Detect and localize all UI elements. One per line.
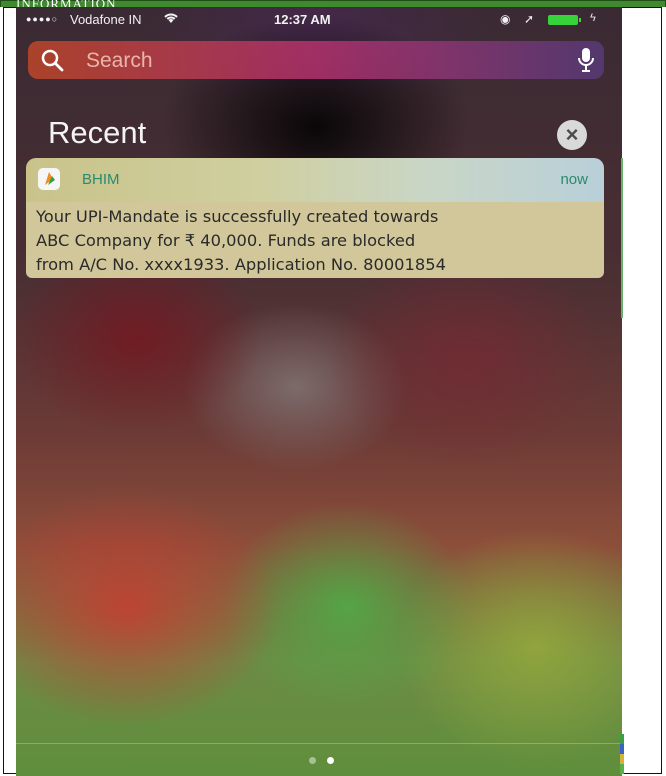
status-bar: ●●●●○ Vodafone IN 12:37 AM ◉ ➚ ϟ	[16, 7, 622, 33]
message-line: Your UPI-Mandate is successfully created…	[36, 207, 439, 226]
microphone-icon[interactable]	[576, 47, 596, 73]
notification-app-name: BHIM	[82, 171, 120, 188]
message-line: ABC Company for ₹ 40,000. Funds are bloc…	[36, 231, 416, 250]
dock-divider	[16, 743, 622, 744]
status-time: 12:37 AM	[274, 12, 331, 27]
phone-screen: ●●●●○ Vodafone IN 12:37 AM ◉ ➚ ϟ Search …	[16, 7, 622, 776]
notification-card[interactable]: BHIM now Your UPI-Mandate is successfull…	[26, 158, 604, 278]
search-bar[interactable]: Search	[28, 41, 604, 79]
rotation-lock-icon: ◉	[500, 12, 511, 26]
carrier-name: Vodafone IN	[70, 12, 142, 27]
edge-decoration	[621, 158, 623, 318]
edge-decoration	[620, 734, 624, 774]
clear-notifications-button[interactable]: ×	[557, 120, 587, 150]
close-icon: ×	[565, 122, 579, 147]
charging-icon: ϟ	[590, 12, 596, 24]
bhim-app-icon	[38, 168, 60, 190]
wifi-icon	[163, 11, 179, 28]
page-indicator[interactable]	[299, 757, 339, 767]
page-dot-active	[327, 757, 334, 764]
search-placeholder: Search	[86, 49, 153, 72]
search-icon	[40, 48, 64, 72]
page-dot	[309, 757, 316, 764]
notification-header: BHIM now	[26, 158, 604, 202]
notification-message: Your UPI-Mandate is successfully created…	[26, 202, 604, 278]
battery-icon	[548, 15, 581, 25]
signal-strength: ●●●●○	[26, 14, 59, 24]
section-title: Recent	[48, 115, 147, 150]
location-arrow-icon: ➚	[524, 12, 535, 26]
message-line: from A/C No. xxxx1933. Application No. 8…	[36, 255, 446, 274]
notification-time: now	[560, 171, 588, 188]
